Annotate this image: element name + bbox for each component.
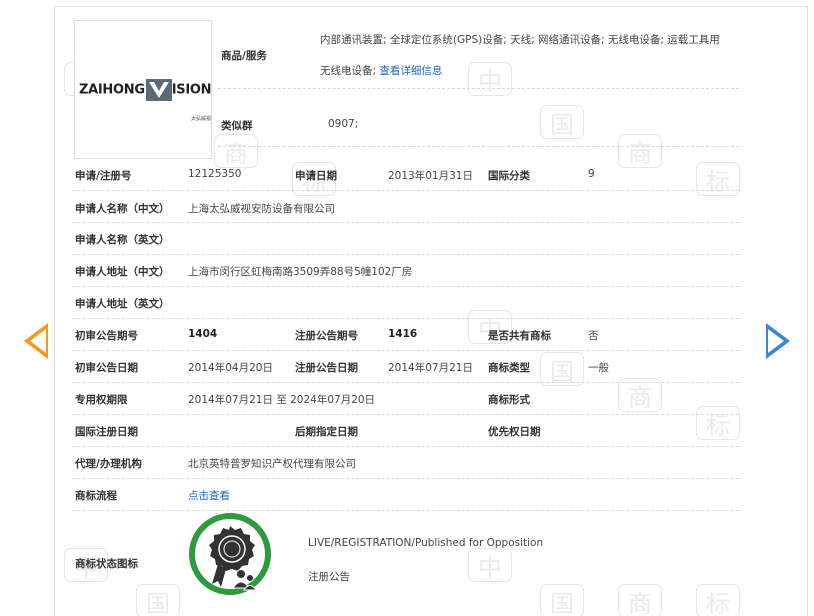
prelim-date-label: 初审公告日期 xyxy=(75,362,138,374)
goods-value-line1: 内部通讯装置; 全球定位系统(GPS)设备; 天线; 网络通讯设备; 无线电设备… xyxy=(320,34,720,46)
divider xyxy=(72,350,739,351)
watermark-stamp: 标 xyxy=(696,406,740,440)
tm-type-label: 商标类型 xyxy=(488,362,530,374)
applicant-cn-label: 申请人名称（中文） xyxy=(75,203,170,215)
exclusive-value: 2014年07月21日 至 2024年07月20日 xyxy=(188,394,376,406)
goods-label: 商品/服务 xyxy=(221,50,267,62)
reg-no-value: 12125350 xyxy=(188,168,242,180)
status-text-cn: 注册公告 xyxy=(308,571,350,583)
watermark-stamp: 中 xyxy=(468,548,512,582)
goods-value-line2: 无线电设备; 查看详细信息 xyxy=(320,65,443,77)
flow-label: 商标流程 xyxy=(75,490,117,502)
watermark-stamp: 商 xyxy=(618,378,662,412)
watermark-stamp: 国 xyxy=(136,584,180,616)
divider xyxy=(72,478,739,479)
reg-pub-no-label: 注册公告期号 xyxy=(295,330,358,342)
divider xyxy=(72,382,739,383)
prelim-date-value: 2014年04月20日 xyxy=(188,362,273,374)
divider xyxy=(72,286,739,287)
divider xyxy=(72,446,739,447)
shared-label: 是否共有商标 xyxy=(488,330,551,342)
intl-class-value: 9 xyxy=(588,168,595,180)
reg-pub-no-value: 1416 xyxy=(388,328,418,340)
status-text-en: LIVE/REGISTRATION/Published for Oppositi… xyxy=(308,537,544,549)
agency-label: 代理/办理机构 xyxy=(75,458,142,470)
goods-detail-link[interactable]: 查看详细信息 xyxy=(379,65,442,77)
watermark-stamp: 国 xyxy=(540,105,584,139)
address-en-label: 申请人地址（英文） xyxy=(75,298,170,310)
reg-no-label: 申请/注册号 xyxy=(75,170,132,182)
watermark-stamp: 商 xyxy=(618,134,662,168)
applicant-en-label: 申请人名称（英文） xyxy=(75,234,170,246)
chevron-right-icon[interactable] xyxy=(766,323,790,359)
shared-value: 否 xyxy=(588,330,599,342)
divider xyxy=(72,318,739,319)
similar-group-label: 类似群 xyxy=(221,120,253,132)
tm-form-label: 商标形式 xyxy=(488,394,530,406)
app-date-value: 2013年01月31日 xyxy=(388,170,473,182)
applicant-cn-value: 上海太弘威视安防设备有限公司 xyxy=(188,203,335,215)
tm-type-value: 一般 xyxy=(588,362,609,374)
divider xyxy=(72,510,739,511)
status-label: 商标状态图标 xyxy=(75,558,138,570)
logo-subtitle: 太弘威视 xyxy=(191,116,212,122)
divider xyxy=(72,222,739,223)
address-cn-label: 申请人地址（中文） xyxy=(75,266,170,278)
divider xyxy=(72,254,739,255)
app-date-label: 申请日期 xyxy=(295,170,337,182)
intl-class-label: 国际分类 xyxy=(488,170,530,182)
trademark-image: ZAIHONG ISION 太弘威视 xyxy=(74,20,212,159)
rosette-icon xyxy=(189,513,271,595)
reg-pub-date-label: 注册公告日期 xyxy=(295,362,358,374)
prelim-no-label: 初审公告期号 xyxy=(75,330,138,342)
watermark-stamp: 国 xyxy=(540,584,584,616)
similar-group-value: 0907; xyxy=(328,118,359,130)
address-cn-value: 上海市闵行区虹梅南路3509弄88号5幢102厂房 xyxy=(188,266,413,278)
divider xyxy=(218,146,739,147)
watermark-stamp: 商 xyxy=(618,584,662,616)
intl-reg-date-label: 国际注册日期 xyxy=(75,426,138,438)
later-date-label: 后期指定日期 xyxy=(295,426,358,438)
watermark-stamp: 商 xyxy=(214,134,258,168)
flow-view-link[interactable]: 点击查看 xyxy=(188,488,230,503)
prelim-no-value: 1404 xyxy=(188,328,218,340)
divider xyxy=(218,88,739,89)
logo-v-mark-icon xyxy=(145,79,172,101)
agency-value: 北京英特普罗知识产权代理有限公司 xyxy=(188,458,356,470)
reg-pub-date-value: 2014年07月21日 xyxy=(388,362,473,374)
priority-date-label: 优先权日期 xyxy=(488,426,541,438)
watermark-stamp: 中 xyxy=(468,62,512,96)
watermark-stamp: 国 xyxy=(540,352,584,386)
watermark-stamp: 标 xyxy=(696,584,740,616)
exclusive-label: 专用权期限 xyxy=(75,394,128,406)
trademark-logo: ZAIHONG ISION xyxy=(79,79,211,101)
divider xyxy=(72,190,739,191)
divider xyxy=(72,414,739,415)
chevron-left-icon[interactable] xyxy=(24,323,48,359)
